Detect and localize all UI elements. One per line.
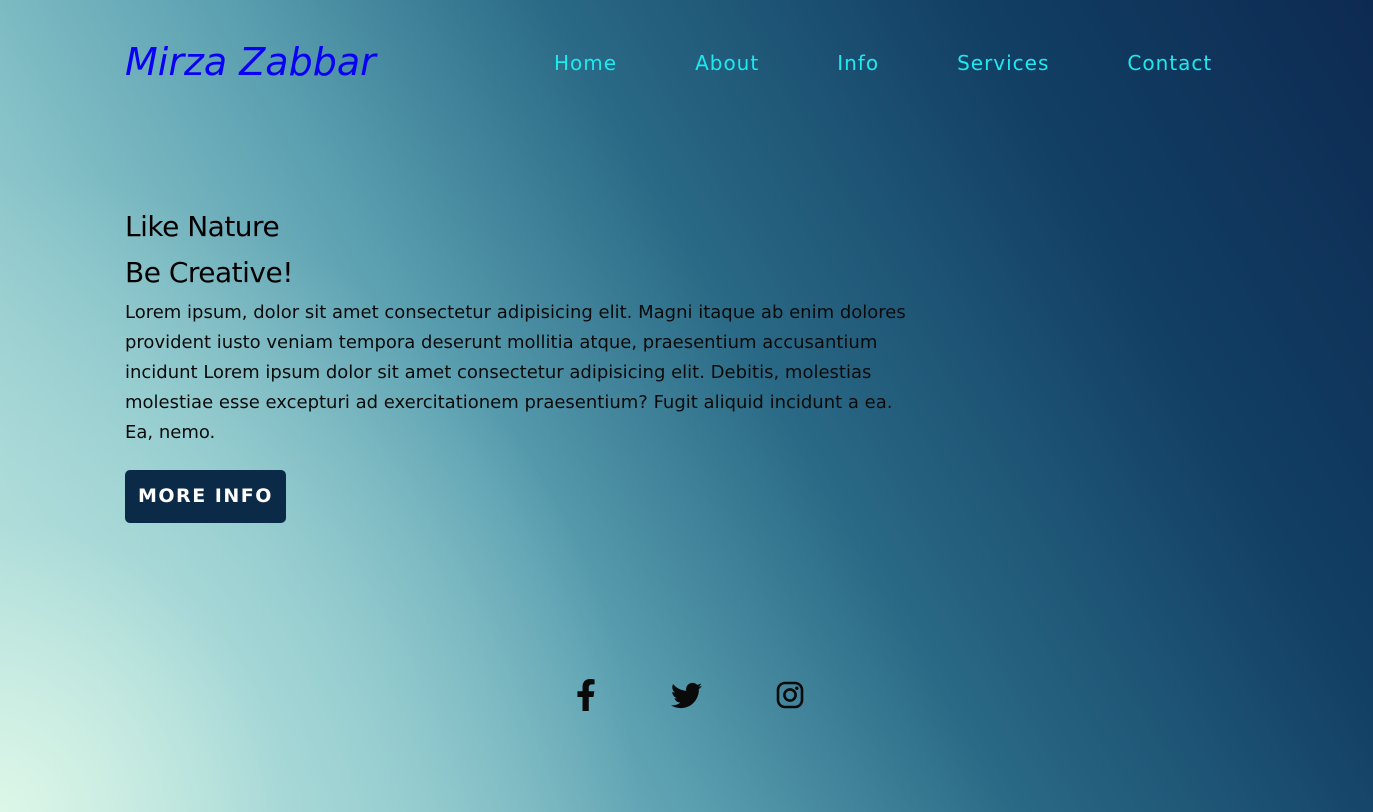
twitter-link[interactable] — [668, 677, 704, 713]
hero-title-line1: Like Nature — [125, 210, 280, 243]
main-nav: Home About Info Services Contact — [554, 48, 1212, 78]
social-links — [568, 677, 808, 713]
nav-item-services: Services — [957, 51, 1049, 75]
brand-logo[interactable]: Mirza Zabbar — [125, 38, 376, 86]
nav-link-info[interactable]: Info — [837, 51, 879, 75]
twitter-icon — [670, 682, 702, 708]
more-info-button[interactable]: MORE INFO — [125, 470, 286, 523]
hero-paragraph: Lorem ipsum, dolor sit amet consectetur … — [125, 302, 906, 443]
instagram-icon — [776, 681, 804, 709]
nav-link-home[interactable]: Home — [554, 51, 617, 75]
hero-title-line2: Be Creative! — [125, 256, 293, 289]
nav-item-home: Home — [554, 51, 617, 75]
instagram-link[interactable] — [772, 677, 808, 713]
nav-item-contact: Contact — [1127, 51, 1212, 75]
nav-item-about: About — [695, 51, 759, 75]
facebook-link[interactable] — [568, 677, 604, 713]
nav-link-services[interactable]: Services — [957, 51, 1049, 75]
nav-link-contact[interactable]: Contact — [1127, 51, 1212, 75]
nav-link-about[interactable]: About — [695, 51, 759, 75]
hero-section: Like Nature Be Creative! Lorem ipsum, do… — [125, 204, 925, 523]
nav-item-info: Info — [837, 51, 879, 75]
facebook-icon — [577, 679, 595, 711]
landing-page: Mirza Zabbar Home About Info Services Co… — [0, 0, 1373, 812]
